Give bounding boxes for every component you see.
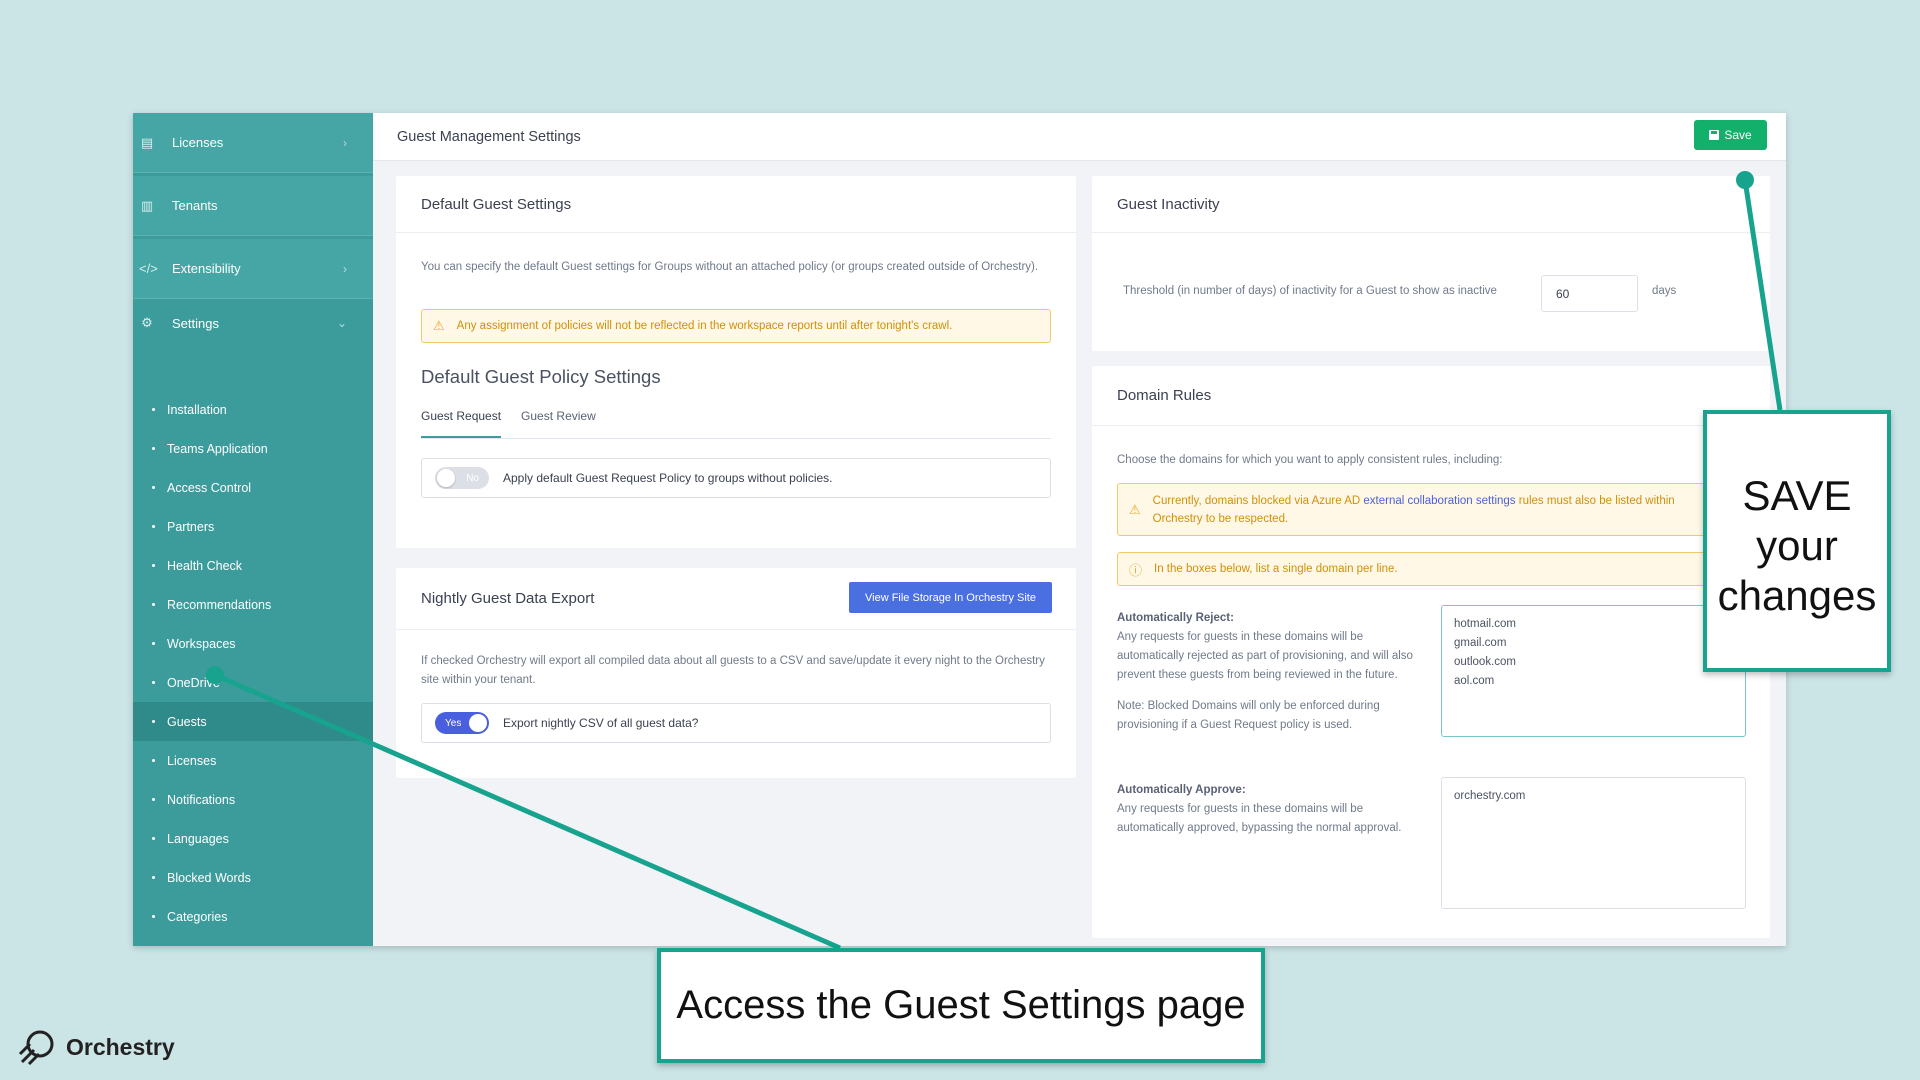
brand-name: Orchestry bbox=[66, 1033, 175, 1060]
connector-dot-guests bbox=[206, 666, 224, 684]
connector-line-save bbox=[1742, 179, 1783, 411]
callout-line: changes bbox=[1717, 572, 1877, 619]
guest-settings-callout: Access the Guest Settings page bbox=[657, 948, 1265, 1063]
brand-logo: Orchestry bbox=[18, 1028, 175, 1066]
callout-line: your bbox=[1756, 522, 1838, 569]
callout-connectors bbox=[206, 171, 1783, 951]
save-callout: SAVE your changes bbox=[1703, 410, 1891, 672]
orchestry-logo-icon bbox=[18, 1030, 54, 1066]
callout-line: SAVE bbox=[1742, 472, 1852, 519]
connector-dot-save bbox=[1736, 171, 1754, 189]
connector-line-guests bbox=[213, 672, 842, 951]
